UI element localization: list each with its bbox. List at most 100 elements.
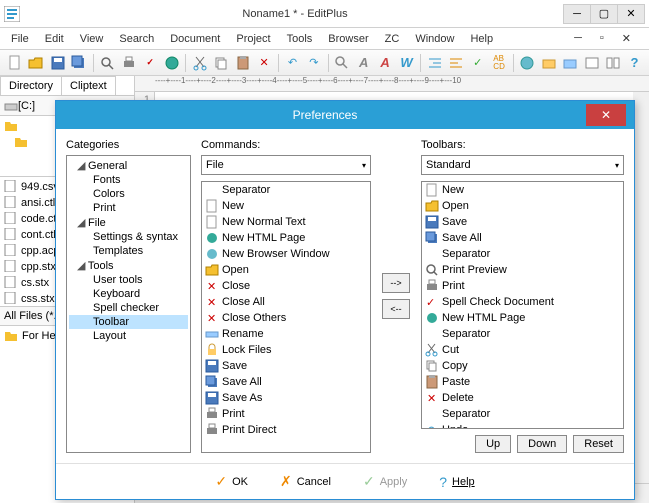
list-item[interactable]: Save All: [422, 230, 623, 246]
list-item[interactable]: Print: [202, 406, 370, 422]
menu-search[interactable]: Search: [112, 31, 161, 47]
tree-node[interactable]: User tools: [69, 273, 188, 287]
list-item[interactable]: Separator: [422, 246, 623, 262]
tab-cliptext[interactable]: Cliptext: [61, 76, 116, 95]
tool3-icon[interactable]: [582, 53, 601, 73]
reset-button[interactable]: Reset: [573, 435, 624, 453]
list-item[interactable]: New Browser Window: [202, 246, 370, 262]
saveall-icon[interactable]: [69, 53, 88, 73]
find-icon[interactable]: [333, 53, 352, 73]
list-item[interactable]: Open: [422, 198, 623, 214]
move-left-button[interactable]: <--: [382, 299, 410, 319]
list-item[interactable]: New: [422, 182, 623, 198]
tree-node[interactable]: Spell checker: [69, 301, 188, 315]
menu-tools[interactable]: Tools: [280, 31, 320, 47]
copy-icon[interactable]: [212, 53, 231, 73]
cancel-button[interactable]: ✗Cancel: [274, 470, 337, 493]
list-item[interactable]: Separator: [202, 182, 370, 198]
tree-node[interactable]: Settings & syntax: [69, 230, 188, 244]
tree-node[interactable]: Layout: [69, 329, 188, 343]
spell-icon[interactable]: ✓: [140, 53, 159, 73]
close-button[interactable]: ✕: [617, 4, 645, 24]
col-icon[interactable]: ABCD: [489, 53, 508, 73]
dialog-close-button[interactable]: ✕: [586, 104, 626, 126]
menu-zc[interactable]: ZC: [378, 31, 407, 47]
help-button[interactable]: ?Help: [433, 471, 480, 493]
print-icon[interactable]: [119, 53, 138, 73]
tree-node[interactable]: ◢ File: [69, 215, 188, 230]
menu-document[interactable]: Document: [163, 31, 227, 47]
tree-node[interactable]: Colors: [69, 187, 188, 201]
list-item[interactable]: Save: [422, 214, 623, 230]
list-item[interactable]: Save: [202, 358, 370, 374]
tree-node[interactable]: Toolbar: [69, 315, 188, 329]
list-item[interactable]: Open: [202, 262, 370, 278]
list-item[interactable]: Copy: [422, 358, 623, 374]
menu-min-icon[interactable]: ─: [567, 30, 589, 47]
list-item[interactable]: New HTML Page: [422, 310, 623, 326]
tree-node[interactable]: ◢ General: [69, 158, 188, 173]
tree-node[interactable]: Print: [69, 201, 188, 215]
delete-icon[interactable]: ✕: [254, 53, 273, 73]
list-item[interactable]: ✕Delete: [422, 390, 623, 406]
tool1-icon[interactable]: [539, 53, 558, 73]
minimize-button[interactable]: ─: [563, 4, 591, 24]
tool2-icon[interactable]: [561, 53, 580, 73]
paste-icon[interactable]: [233, 53, 252, 73]
check-icon[interactable]: ✓: [468, 53, 487, 73]
menu-window[interactable]: Window: [408, 31, 461, 47]
list-item[interactable]: Separator: [422, 326, 623, 342]
tab-directory[interactable]: Directory: [0, 76, 62, 95]
help-icon[interactable]: ?: [625, 53, 644, 73]
menu-edit[interactable]: Edit: [38, 31, 71, 47]
toolbars-combo[interactable]: Standard▾: [421, 155, 624, 175]
tool4-icon[interactable]: [603, 53, 622, 73]
list-item[interactable]: Save All: [202, 374, 370, 390]
save-icon[interactable]: [48, 53, 67, 73]
move-right-button[interactable]: -->: [382, 273, 410, 293]
replace-icon[interactable]: A: [354, 53, 373, 73]
findfiles-icon[interactable]: A: [375, 53, 394, 73]
list-item[interactable]: ✕Close: [202, 278, 370, 294]
menu-help[interactable]: Help: [463, 31, 500, 47]
list-item[interactable]: ✕Close All: [202, 294, 370, 310]
list-item[interactable]: New Normal Text: [202, 214, 370, 230]
cut-icon[interactable]: [190, 53, 209, 73]
ok-button[interactable]: ✓OK: [209, 470, 254, 493]
preview-icon[interactable]: [98, 53, 117, 73]
list-item[interactable]: Separator: [422, 406, 623, 422]
menu-browser[interactable]: Browser: [321, 31, 375, 47]
list-item[interactable]: ✕Close Others: [202, 310, 370, 326]
commands-combo[interactable]: File▾: [201, 155, 371, 175]
list-item[interactable]: Print: [422, 278, 623, 294]
menu-project[interactable]: Project: [229, 31, 277, 47]
list-item[interactable]: Print Direct: [202, 422, 370, 438]
list-item[interactable]: New HTML Page: [202, 230, 370, 246]
list-item[interactable]: Rename: [202, 326, 370, 342]
undo-icon[interactable]: ↶: [283, 53, 302, 73]
menu-restore-icon[interactable]: ▫: [593, 30, 611, 47]
open-icon[interactable]: [26, 53, 45, 73]
list-item[interactable]: Paste: [422, 374, 623, 390]
toolbars-list[interactable]: NewOpenSaveSave AllSeparatorPrint Previe…: [421, 181, 624, 429]
apply-button[interactable]: ✓Apply: [357, 470, 413, 493]
indent-icon[interactable]: [425, 53, 444, 73]
list-item[interactable]: Cut: [422, 342, 623, 358]
list-item[interactable]: ↶Undo: [422, 422, 623, 429]
commands-list[interactable]: SeparatorNewNew Normal TextNew HTML Page…: [201, 181, 371, 453]
up-button[interactable]: Up: [475, 435, 511, 453]
list-item[interactable]: Print Preview: [422, 262, 623, 278]
list-item[interactable]: ✓Spell Check Document: [422, 294, 623, 310]
menu-view[interactable]: View: [73, 31, 111, 47]
wordwrap-icon[interactable]: W: [397, 53, 416, 73]
tree-node[interactable]: ◢ Tools: [69, 258, 188, 273]
menu-file[interactable]: File: [4, 31, 36, 47]
browser-icon[interactable]: [518, 53, 537, 73]
html-icon[interactable]: [162, 53, 181, 73]
down-button[interactable]: Down: [517, 435, 567, 453]
categories-tree[interactable]: ◢ GeneralFontsColorsPrint◢ FileSettings …: [66, 155, 191, 453]
list-item[interactable]: Save As: [202, 390, 370, 406]
redo-icon[interactable]: ↷: [304, 53, 323, 73]
menu-close-icon[interactable]: ✕: [615, 30, 638, 47]
tree-node[interactable]: Fonts: [69, 173, 188, 187]
